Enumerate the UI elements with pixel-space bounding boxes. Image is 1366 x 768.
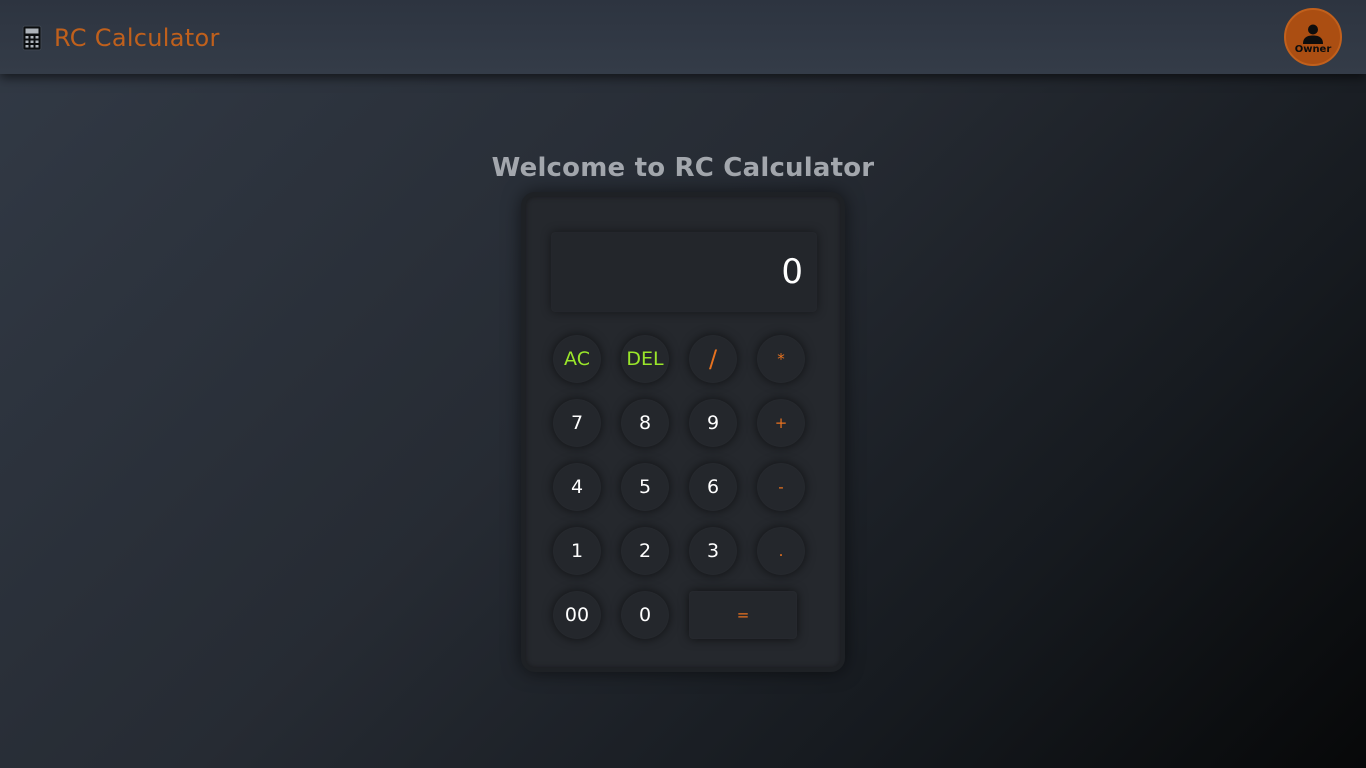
brand[interactable]: RC Calculator	[22, 18, 220, 58]
calculator: 0 AC DEL / * 7 8 9 + 4 5 6 - 1 2 3 . 00 …	[521, 192, 845, 672]
divide-button[interactable]: /	[689, 335, 737, 383]
owner-button[interactable]: Owner	[1284, 8, 1342, 66]
zero-button[interactable]: 0	[621, 591, 669, 639]
equals-button[interactable]: =	[689, 591, 797, 639]
double-zero-button[interactable]: 00	[553, 591, 601, 639]
six-button[interactable]: 6	[689, 463, 737, 511]
calculator-display: 0	[551, 232, 817, 312]
decimal-button[interactable]: .	[757, 527, 805, 575]
one-button[interactable]: 1	[553, 527, 601, 575]
top-navbar: RC Calculator Owner	[0, 0, 1366, 74]
three-button[interactable]: 3	[689, 527, 737, 575]
plus-button[interactable]: +	[757, 399, 805, 447]
four-button[interactable]: 4	[553, 463, 601, 511]
eight-button[interactable]: 8	[621, 399, 669, 447]
person-icon	[1303, 24, 1323, 44]
seven-button[interactable]: 7	[553, 399, 601, 447]
multiply-button[interactable]: *	[757, 335, 805, 383]
calculator-icon	[22, 25, 42, 51]
minus-button[interactable]: -	[757, 463, 805, 511]
nine-button[interactable]: 9	[689, 399, 737, 447]
two-button[interactable]: 2	[621, 527, 669, 575]
del-button[interactable]: DEL	[621, 335, 669, 383]
app-title: RC Calculator	[54, 24, 220, 52]
owner-label: Owner	[1294, 43, 1332, 55]
welcome-heading: Welcome to RC Calculator	[491, 153, 875, 183]
five-button[interactable]: 5	[621, 463, 669, 511]
ac-button[interactable]: AC	[553, 335, 601, 383]
